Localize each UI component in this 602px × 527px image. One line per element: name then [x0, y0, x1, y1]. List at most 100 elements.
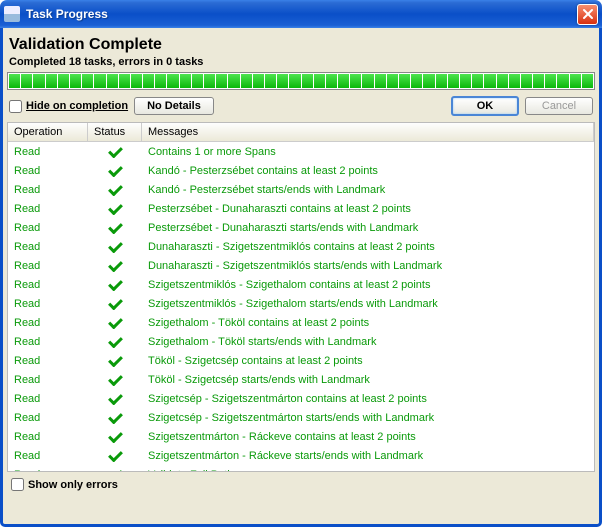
progress-segment	[9, 74, 20, 88]
progress-segment	[448, 74, 459, 88]
cell-status	[88, 146, 142, 158]
cell-message: Pesterzsébet - Dunaharaszti contains at …	[142, 203, 594, 215]
cell-operation: Read	[8, 374, 88, 386]
check-icon	[107, 165, 123, 177]
cell-operation: Read	[8, 165, 88, 177]
progress-segment	[241, 74, 252, 88]
cell-message: Szigetcsép - Szigetszentmárton contains …	[142, 393, 594, 405]
close-icon	[582, 8, 594, 20]
cell-message: Tököl - Szigetcsép starts/ends with Land…	[142, 374, 594, 386]
cell-status	[88, 279, 142, 291]
table-row[interactable]: ReadContains 1 or more Spans	[8, 142, 594, 161]
cell-message: Kandó - Pesterzsébet contains at least 2…	[142, 165, 594, 177]
progress-segment	[350, 74, 361, 88]
table-row[interactable]: ReadPesterzsébet - Dunaharaszti contains…	[8, 199, 594, 218]
check-icon	[107, 374, 123, 386]
progress-segment	[216, 74, 227, 88]
cell-operation: Read	[8, 184, 88, 196]
progress-segment	[436, 74, 447, 88]
cell-operation: Read	[8, 412, 88, 424]
progress-segment	[557, 74, 568, 88]
cell-status	[88, 412, 142, 424]
table-row[interactable]: Read Szigetcsép - Szigetszentmárton conta…	[8, 389, 594, 408]
progress-segment	[204, 74, 215, 88]
progress-segment	[533, 74, 544, 88]
cell-message: Kandó - Pesterzsébet starts/ends with La…	[142, 184, 594, 196]
cell-status	[88, 450, 142, 462]
progress-segment	[277, 74, 288, 88]
progress-bar	[7, 72, 595, 90]
hide-on-completion-input[interactable]	[9, 100, 22, 113]
cell-status	[88, 469, 142, 472]
footer-row: Show only errors	[7, 472, 595, 493]
table-row[interactable]: ReadDunaharaszti - Szigetszentmiklós sta…	[8, 256, 594, 275]
cell-operation: Read	[8, 469, 88, 472]
column-header-status[interactable]: Status	[88, 123, 142, 141]
progress-segment	[70, 74, 81, 88]
progress-segment	[509, 74, 520, 88]
progress-segment	[131, 74, 142, 88]
progress-segment	[155, 74, 166, 88]
cell-operation: Read	[8, 450, 88, 462]
progress-segment	[253, 74, 264, 88]
table-row[interactable]: ReadSzigetszentmiklós - Szigethalom cont…	[8, 275, 594, 294]
close-button[interactable]	[577, 4, 598, 25]
table-header: Operation Status Messages	[8, 123, 594, 142]
cell-status	[88, 298, 142, 310]
table-row[interactable]: ReadPesterzsébet - Dunaharaszti starts/e…	[8, 218, 594, 237]
table-row[interactable]: ReadSzigetszentmárton - Ráckeve contains…	[8, 427, 594, 446]
page-subheading: Completed 18 tasks, errors in 0 tasks	[7, 56, 595, 72]
table-row[interactable]: Read Szigetcsép - Szigetszentmárton start…	[8, 408, 594, 427]
progress-segment	[484, 74, 495, 88]
table-row[interactable]: ReadTököl - Szigetcsép contains at least…	[8, 351, 594, 370]
table-row[interactable]: ReadSzigethalom - Tököl starts/ends with…	[8, 332, 594, 351]
cell-operation: Read	[8, 355, 88, 367]
progress-segment	[326, 74, 337, 88]
controls-row: Hide on completion No Details OK Cancel	[7, 90, 595, 122]
column-header-messages[interactable]: Messages	[142, 123, 594, 141]
hide-on-completion-checkbox[interactable]: Hide on completion	[9, 100, 128, 113]
no-details-button[interactable]: No Details	[134, 97, 214, 115]
table-row[interactable]: Read Validate Full Path	[8, 465, 594, 471]
cell-operation: Read	[8, 393, 88, 405]
progress-segment	[302, 74, 313, 88]
check-icon	[107, 298, 123, 310]
check-icon	[107, 355, 123, 367]
check-icon	[107, 260, 123, 272]
progress-segment	[143, 74, 154, 88]
cell-status	[88, 260, 142, 272]
show-only-errors-checkbox[interactable]: Show only errors	[11, 478, 118, 491]
check-icon	[107, 317, 123, 329]
cancel-button[interactable]: Cancel	[525, 97, 593, 115]
cell-operation: Read	[8, 336, 88, 348]
cell-message: Validate Full Path	[142, 469, 594, 472]
progress-segment	[167, 74, 178, 88]
table-row[interactable]: ReadSzigetszentmárton - Ráckeve starts/e…	[8, 446, 594, 465]
column-header-operation[interactable]: Operation	[8, 123, 88, 141]
check-icon	[107, 469, 123, 472]
cell-operation: Read	[8, 317, 88, 329]
window-titlebar: Task Progress	[0, 0, 602, 28]
cell-message: Szigetcsép - Szigetszentmárton starts/en…	[142, 412, 594, 424]
show-only-errors-input[interactable]	[11, 478, 24, 491]
cell-operation: Read	[8, 298, 88, 310]
ok-button[interactable]: OK	[451, 96, 519, 116]
check-icon	[107, 412, 123, 424]
progress-segment	[289, 74, 300, 88]
check-icon	[107, 222, 123, 234]
window-body: Validation Complete Completed 18 tasks, …	[0, 28, 602, 527]
table-row[interactable]: Read Szigetszentmiklós - Szigethalom star…	[8, 294, 594, 313]
cell-status	[88, 184, 142, 196]
progress-segment	[21, 74, 32, 88]
cell-operation: Read	[8, 279, 88, 291]
progress-segment	[180, 74, 191, 88]
cell-status	[88, 241, 142, 253]
table-row[interactable]: Read Kandó - Pesterzsébet starts/ends wit…	[8, 180, 594, 199]
cell-status	[88, 222, 142, 234]
table-row[interactable]: Read Kandó - Pesterzsébet contains at lea…	[8, 161, 594, 180]
table-row[interactable]: Read Tököl - Szigetcsép starts/ends with …	[8, 370, 594, 389]
table-row[interactable]: ReadSzigethalom - Tököl contains at leas…	[8, 313, 594, 332]
window-title: Task Progress	[26, 7, 577, 21]
cell-message: Szigetszentmiklós - Szigethalom starts/e…	[142, 298, 594, 310]
table-row[interactable]: ReadDunaharaszti - Szigetszentmiklós con…	[8, 237, 594, 256]
